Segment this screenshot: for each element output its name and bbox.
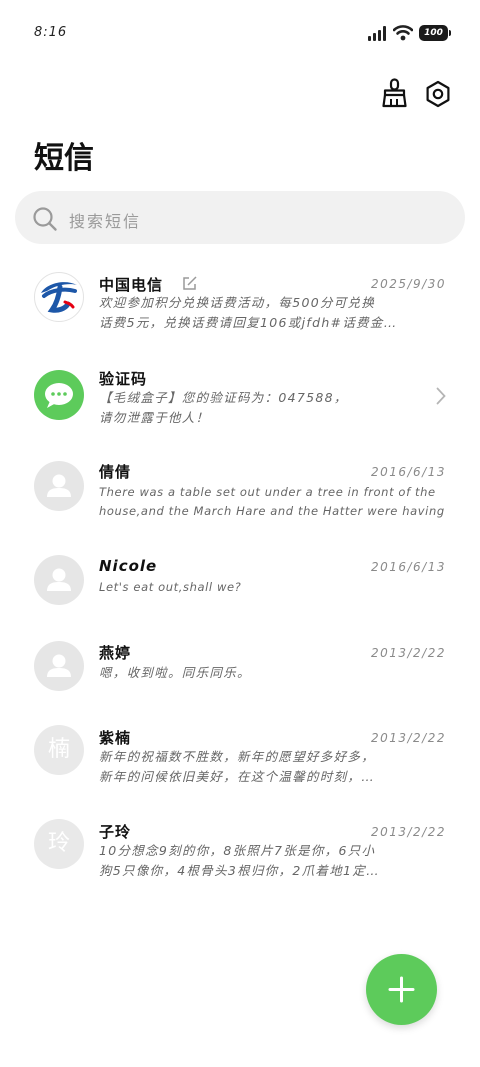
message-date: 2025/9/30: [370, 277, 446, 291]
conversation-item[interactable]: 中国电信 2025/9/30 欢迎参加积分兑换话费活动，每500分可兑换 话费5…: [0, 262, 480, 342]
china-telecom-logo-avatar: [34, 272, 84, 322]
message-preview-line2: 请勿泄露于他人！: [99, 410, 210, 425]
contact-name: 中国电信: [99, 276, 164, 294]
message-date: 2013/2/22: [370, 646, 446, 660]
message-preview-line1: Let's eat out,shall we?: [99, 580, 242, 594]
search-input[interactable]: 搜索短信: [15, 191, 465, 244]
message-preview-line1: There was a table set out under a tree i…: [99, 485, 436, 499]
message-preview-line2: 话费5元，兑换话费请回复106或jfdh#话费金…: [99, 315, 398, 330]
settings-gear-icon[interactable]: [424, 80, 452, 108]
chat-bubble-icon: [45, 383, 73, 408]
conversation-item[interactable]: 燕婷 2013/2/22 嗯，收到啦。同乐同乐。: [0, 632, 480, 696]
contact-name: 燕婷: [99, 644, 132, 662]
battery-icon: 100: [419, 25, 451, 41]
conversation-item[interactable]: Nicole 2016/6/13 Let's eat out,shall we?: [0, 548, 480, 612]
message-preview-line1: 欢迎参加积分兑换话费活动，每500分可兑换: [99, 295, 376, 310]
page-title: 短信: [34, 141, 94, 176]
conversation-item[interactable]: 验证码 【毛绒盒子】您的验证码为：047588， 请勿泄露于他人！: [0, 358, 480, 438]
message-preview-line1: 嗯，收到啦。同乐同乐。: [99, 665, 251, 680]
message-preview-line2: house,and the March Hare and the Hatter …: [99, 504, 444, 518]
conversation-item[interactable]: 楠 紫楠 2013/2/22 新年的祝福数不胜数，新年的愿望好多好多， 新年的问…: [0, 718, 480, 798]
new-message-button[interactable]: [366, 954, 437, 1025]
contact-name: 子玲: [99, 823, 132, 841]
message-preview-line2: 狗5只像你，4根骨头3根归你，2爪着地1定…: [99, 863, 380, 878]
message-preview-line1: 【毛绒盒子】您的验证码为：047588，: [99, 390, 348, 405]
message-date: 2016/6/13: [370, 560, 446, 574]
conversation-item[interactable]: 玲 子玲 2013/2/22 10分想念9刻的你，8张照片7张是你，6只小 狗5…: [0, 812, 480, 892]
contact-name: Nicole: [99, 557, 158, 575]
search-placeholder: 搜索短信: [69, 212, 142, 231]
wifi-icon: [393, 25, 413, 41]
contact-name: 验证码: [99, 370, 148, 388]
person-icon: [47, 568, 71, 591]
plus-icon: [388, 976, 415, 1003]
person-icon: [47, 474, 71, 497]
message-preview-line1: 10分想念9刻的你，8张照片7张是你，6只小: [99, 843, 376, 858]
edit-note-icon: [183, 276, 197, 290]
sms-bubble-avatar: [34, 370, 84, 420]
conversation-item[interactable]: 倩倩 2016/6/13 There was a table set out u…: [0, 452, 480, 532]
avatar: [34, 641, 84, 691]
status-bar: 8:16 100: [0, 0, 480, 64]
contact-name: 紫楠: [99, 729, 132, 747]
person-icon: [47, 654, 71, 677]
avatar: [34, 461, 84, 511]
avatar: 玲: [34, 819, 84, 869]
message-date: 2016/6/13: [370, 465, 446, 479]
avatar: [34, 555, 84, 605]
message-date: 2013/2/22: [370, 825, 446, 839]
avatar: 楠: [34, 725, 84, 775]
message-preview-line2: 新年的问候依旧美好，在这个温馨的时刻，…: [99, 769, 376, 784]
search-icon: [33, 207, 57, 231]
broom-clean-icon[interactable]: [381, 78, 409, 108]
signal-icon: [368, 26, 386, 41]
status-time: 8:16: [34, 25, 68, 40]
message-preview-line1: 新年的祝福数不胜数，新年的愿望好多好多，: [99, 749, 376, 764]
china-telecom-logo-icon: [41, 282, 77, 313]
contact-name: 倩倩: [99, 463, 132, 481]
message-date: 2013/2/22: [370, 731, 446, 745]
chevron-right-icon[interactable]: [436, 387, 446, 405]
